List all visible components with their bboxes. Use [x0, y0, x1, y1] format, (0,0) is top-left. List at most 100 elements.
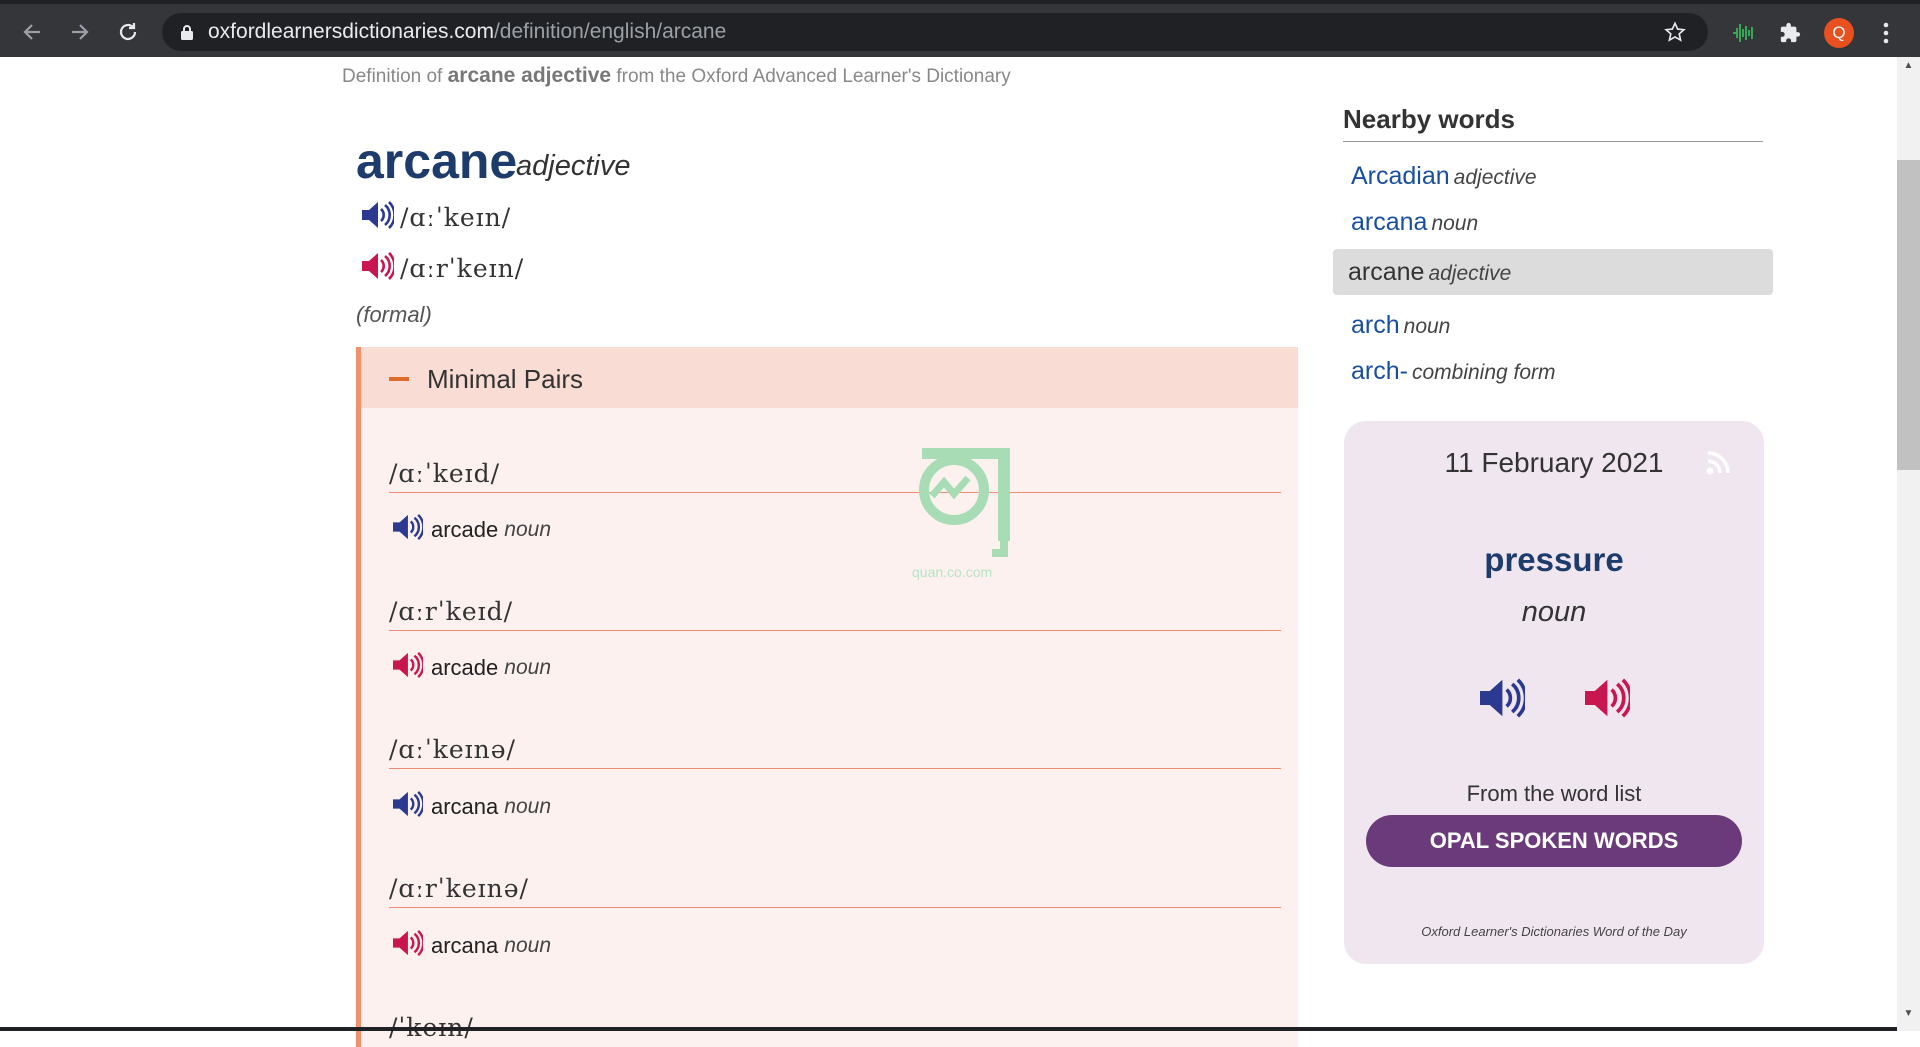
- audio-extension-button[interactable]: [1728, 17, 1760, 49]
- wotd-us-audio-button[interactable]: [1582, 677, 1633, 724]
- us-audio-button[interactable]: [391, 651, 425, 685]
- minimal-pairs-box: Minimal Pairs /ɑːˈkeɪd/ arcade noun /ɑːr…: [356, 347, 1298, 1047]
- pair-word: arcade: [431, 655, 499, 680]
- rss-feed-button[interactable]: [1704, 447, 1734, 482]
- browser-toolbar: oxfordlearnersdictionaries.com/definitio…: [0, 0, 1920, 57]
- nearby-words-title: Nearby words: [1343, 104, 1515, 134]
- nearby-item[interactable]: arcana noun: [1351, 208, 1478, 237]
- nearby-current-label: arcane adjective: [1348, 258, 1511, 287]
- nearby-pos: combining form: [1411, 361, 1556, 384]
- nearby-pos: noun: [1431, 212, 1479, 235]
- nearby-pos: noun: [1403, 315, 1451, 338]
- breadcrumb-prefix: Definition of: [342, 66, 443, 87]
- profile-avatar[interactable]: Q: [1824, 18, 1854, 48]
- wotd-pos: noun: [1521, 596, 1587, 628]
- pronunciation-us: /ɑːrˈkeɪn/: [360, 251, 524, 285]
- nearby-word: arch: [1351, 311, 1400, 339]
- address-bar[interactable]: oxfordlearnersdictionaries.com/definitio…: [162, 13, 1708, 51]
- browser-menu-button[interactable]: [1870, 17, 1902, 49]
- reload-icon: [119, 23, 137, 41]
- speaker-uk-icon: [393, 790, 425, 818]
- forward-button[interactable]: [62, 14, 98, 50]
- pair-word: arcade: [431, 517, 499, 542]
- url-path: /definition/english/arcane: [493, 20, 727, 43]
- speaker-us-icon: [393, 929, 425, 957]
- nearby-word: Arcadian: [1351, 162, 1450, 190]
- speaker-us-icon: [362, 251, 396, 280]
- speaker-uk-icon: [362, 200, 396, 229]
- nearby-word: arcane: [1348, 258, 1425, 286]
- pair-word-row: arcana noun: [391, 929, 551, 963]
- scroll-up-arrow-icon[interactable]: ▲: [1897, 60, 1920, 78]
- uk-audio-button[interactable]: [391, 790, 425, 824]
- kebab-menu-icon: [1883, 22, 1889, 44]
- uk-audio-button[interactable]: [360, 200, 396, 235]
- star-icon: [1664, 21, 1686, 42]
- pair-pos: noun: [504, 518, 551, 541]
- word-list-button[interactable]: OPAL SPOKEN WORDS: [1366, 815, 1742, 867]
- wotd-from-label: From the word list: [1466, 781, 1642, 806]
- part-of-speech: adjective: [516, 150, 631, 182]
- reload-button[interactable]: [110, 14, 146, 50]
- waveform-icon: [1733, 24, 1753, 42]
- window-bottom-edge: [0, 1027, 1897, 1031]
- nearby-pos: adjective: [1428, 262, 1512, 285]
- us-audio-button[interactable]: [360, 251, 396, 286]
- bookmark-star-button[interactable]: [1664, 21, 1686, 48]
- lock-icon: [181, 25, 193, 40]
- minimal-pairs-header[interactable]: Minimal Pairs: [361, 347, 1298, 408]
- breadcrumb-suffix: from the Oxford Advanced Learner's Dicti…: [616, 66, 1011, 87]
- scrollbar-thumb[interactable]: [1897, 160, 1920, 470]
- pair-pos: noun: [504, 934, 551, 957]
- nearby-pos: adjective: [1453, 166, 1537, 189]
- watermark-q-icon: [919, 447, 1010, 557]
- uk-audio-button[interactable]: [391, 513, 425, 547]
- nearby-item[interactable]: Arcadian adjective: [1351, 162, 1537, 191]
- back-button[interactable]: [14, 14, 50, 50]
- scroll-down-arrow-icon[interactable]: ▼: [1897, 1008, 1920, 1026]
- pair-word-row: arcana noun: [391, 790, 551, 824]
- minimal-pairs-title: Minimal Pairs: [427, 364, 584, 394]
- register-label: (formal): [356, 302, 432, 327]
- headword: arcane: [356, 133, 518, 189]
- url-host: oxfordlearnersdictionaries.com: [208, 20, 494, 43]
- rss-icon: [1706, 451, 1730, 475]
- nearby-word: arcana: [1351, 208, 1428, 236]
- wotd-date: 11 February 2021: [1444, 447, 1664, 478]
- ipa-uk: /ɑːˈkeɪn/: [400, 202, 512, 232]
- speaker-uk-icon: [1480, 678, 1528, 718]
- speaker-us-icon: [1585, 678, 1633, 718]
- breadcrumb-term[interactable]: arcane adjective: [448, 64, 611, 87]
- url-text: oxfordlearnersdictionaries.com/definitio…: [208, 20, 726, 44]
- pair-pos: noun: [504, 795, 551, 818]
- wotd-uk-audio-button[interactable]: [1477, 677, 1528, 724]
- wotd-word[interactable]: pressure: [1344, 541, 1764, 579]
- pronunciation-uk: /ɑːˈkeɪn/: [360, 200, 511, 234]
- pair-ipa: /ɑːrˈkeɪnə/: [389, 874, 1281, 908]
- breadcrumb: Definition of arcane adjective from the …: [342, 64, 1011, 88]
- wotd-footer: Oxford Learner's Dictionaries Word of th…: [1421, 924, 1687, 939]
- arrow-left-icon: [23, 24, 40, 40]
- arrow-right-icon: [72, 24, 89, 40]
- us-audio-button[interactable]: [391, 929, 425, 963]
- nearby-divider: [1343, 141, 1763, 142]
- watermark-text: quan.co.com: [912, 564, 993, 580]
- pair-word-row: arcade noun: [391, 513, 551, 547]
- nearby-item[interactable]: arch noun: [1351, 311, 1450, 340]
- speaker-us-icon: [393, 651, 425, 679]
- extensions-button[interactable]: [1774, 17, 1806, 49]
- pair-word: arcana: [431, 794, 499, 819]
- speaker-uk-icon: [393, 513, 425, 541]
- pair-pos: noun: [504, 656, 551, 679]
- nearby-item[interactable]: arch-combining form: [1351, 357, 1556, 386]
- nearby-item-current: arcane adjective: [1333, 249, 1773, 295]
- word-of-the-day-card: 11 February 2021 pressure noun From the …: [1344, 421, 1764, 964]
- ipa-us: /ɑːrˈkeɪn/: [400, 253, 525, 283]
- avatar-initial: Q: [1832, 23, 1846, 42]
- pair-word-row: arcade noun: [391, 651, 551, 685]
- collapse-minus-icon[interactable]: [389, 377, 409, 381]
- puzzle-icon: [1780, 22, 1801, 43]
- pair-ipa: /ɑːˈkeɪnə/: [389, 735, 1281, 769]
- watermark-logo: quan.co.com: [910, 447, 1010, 580]
- pair-ipa: /ɑːˈkeɪd/: [389, 459, 1281, 493]
